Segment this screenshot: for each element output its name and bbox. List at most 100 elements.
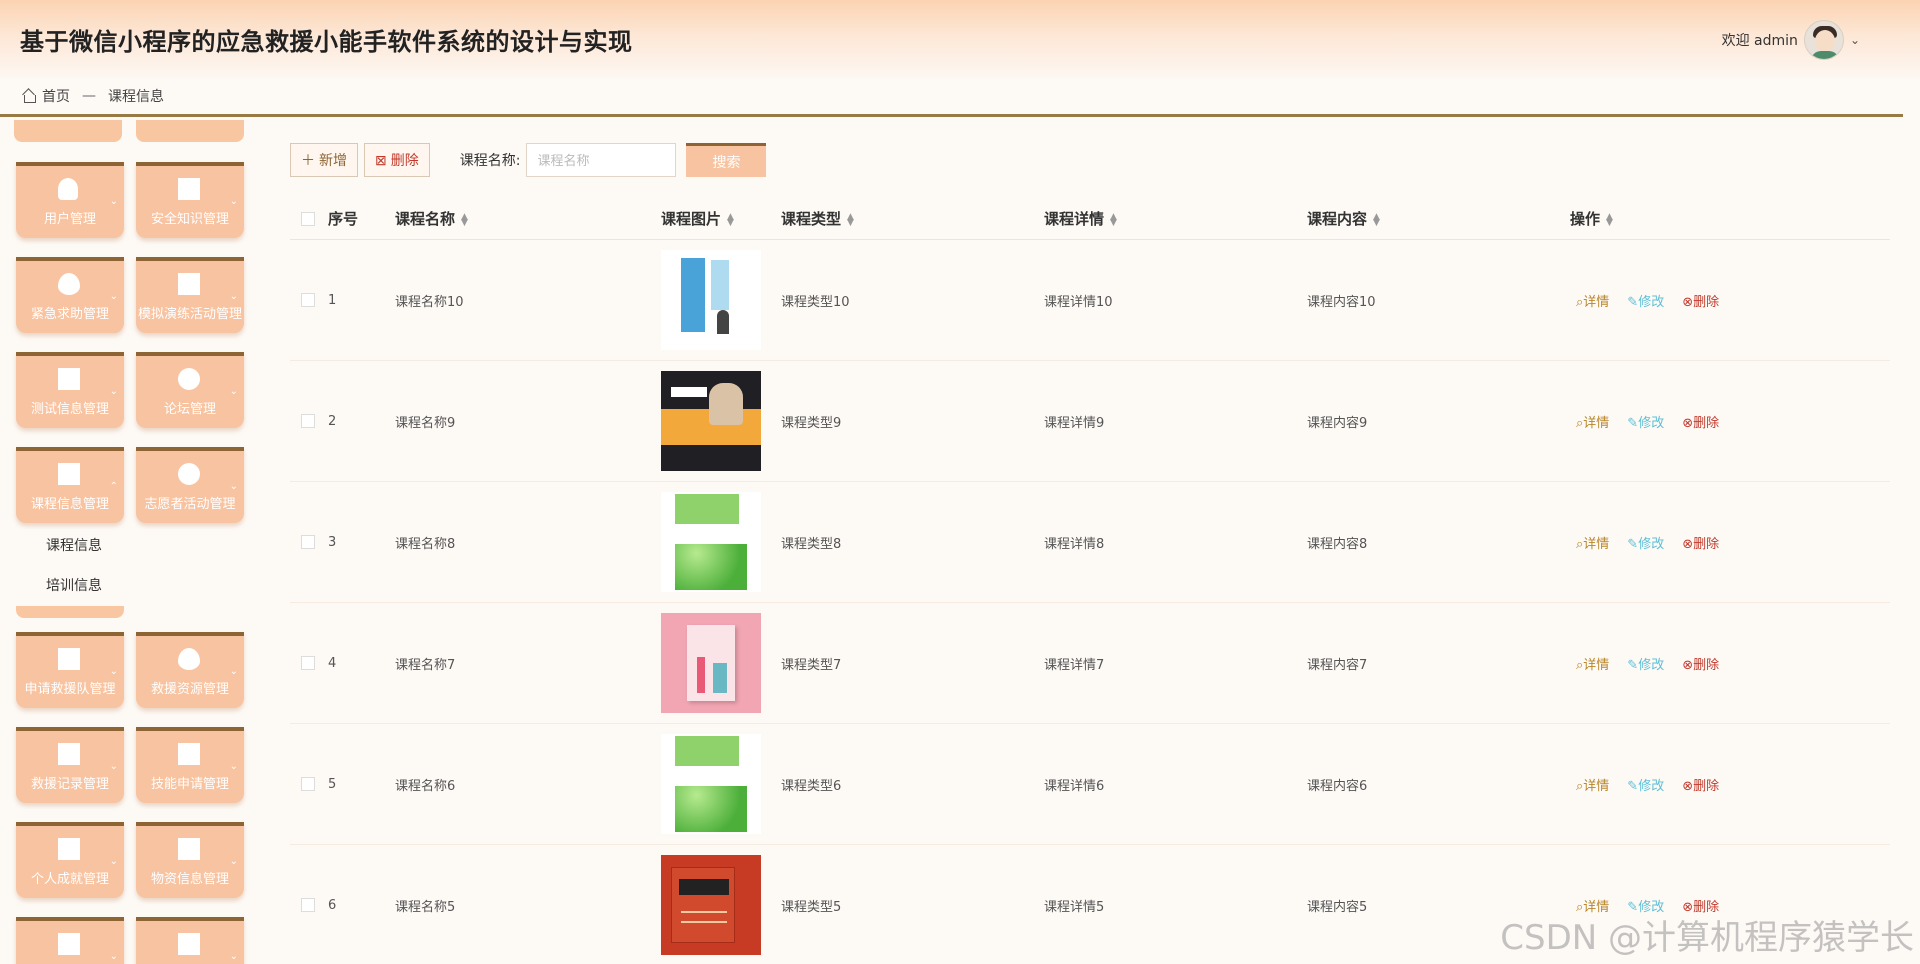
submenu-training-info[interactable]: 培训信息 [14,566,124,606]
submenu-course-info[interactable]: 课程信息 [14,526,124,566]
sidebar-item-rescue-team[interactable]: 申请救援队管理 ⌄ [16,632,124,708]
chevron-down-icon: ⌄ [229,291,238,302]
sidebar-item-label: 模拟演练活动管理 [137,307,242,322]
row-index: 4 [328,655,337,671]
grid-icon [58,743,80,765]
row-actions: ⌕详情 ✎修改 ⊗删除 [1570,533,1870,552]
course-image[interactable] [661,855,761,955]
detail-button[interactable]: ⌕详情 [1576,654,1609,673]
row-name: 课程名称5 [395,899,456,915]
header-detail[interactable]: 课程详情 ▲ ▼ [1044,208,1307,229]
chevron-down-icon: ⌄ [229,761,238,772]
detail-button[interactable]: ⌕详情 [1576,775,1609,794]
detail-button[interactable]: ⌕详情 [1576,533,1609,552]
course-image[interactable] [661,371,761,471]
chevron-down-icon: ⌄ [109,666,118,677]
sidebar-item-volunteer[interactable]: 志愿者活动管理 ⌄ [136,447,244,523]
header-name[interactable]: 课程名称 ▲ ▼ [395,208,661,229]
sort-icon: ▲ ▼ [1606,211,1613,228]
sort-icon: ▲ ▼ [847,211,854,228]
sidebar-item-more[interactable]: ⌄ [16,917,124,964]
sidebar-item-drill[interactable]: 模拟演练活动管理 ⌄ [136,257,244,333]
breadcrumb: 首页 — 课程信息 [22,86,164,106]
sidebar-item-test[interactable]: 测试信息管理 ⌄ [16,352,124,428]
chevron-down-icon: ⌄ [229,856,238,867]
detail-button[interactable]: ⌕详情 [1576,412,1609,431]
sidebar-item-label: 紧急求助管理 [30,307,109,322]
breadcrumb-home[interactable]: 首页 [42,86,70,106]
sidebar-item-more[interactable]: ⌄ [136,917,244,964]
plus-icon: ＋ [301,152,315,168]
sidebar: 用户管理 ⌄ 安全知识管理 ⌄ 紧急求助管理 ⌄ 模拟演练活动管理 ⌄ 测试信息… [0,120,260,964]
course-image[interactable] [661,492,761,592]
sidebar-item-course[interactable]: 课程信息管理 ⌃ [16,447,124,523]
delete-button[interactable]: ⊗删除 [1682,654,1719,673]
edit-button[interactable]: ✎修改 [1627,412,1664,431]
chevron-down-icon[interactable]: ⌄ [1850,33,1860,47]
breadcrumb-current: 课程信息 [108,89,164,105]
sidebar-item-label: 申请救援队管理 [24,682,116,697]
row-name: 课程名称10 [395,294,464,310]
course-table: 序号 课程名称 ▲ ▼ 课程图片 ▲ ▼ 课程类型 ▲ ▼ 课程详情 ▲ ▼ 课程内容 ▲ ▼ 操作… [290,198,1890,964]
row-index: 5 [328,776,337,792]
chevron-down-icon: ⌄ [229,666,238,677]
sidebar-item-supplies[interactable]: 物资信息管理 ⌄ [136,822,244,898]
sidebar-item-rescue-record[interactable]: 救援记录管理 ⌄ [16,727,124,803]
sidebar-item-emergency[interactable]: 紧急求助管理 ⌄ [16,257,124,333]
detail-button[interactable]: ⌕详情 [1576,291,1609,310]
book-icon [178,933,200,955]
course-image[interactable] [661,734,761,834]
sidebar-item-label: 技能申请管理 [150,777,229,792]
header-ops[interactable]: 操作 ▲ ▼ [1570,208,1870,229]
chevron-down-icon: ⌄ [109,761,118,772]
add-button[interactable]: ＋ 新增 [290,143,358,177]
sidebar-item-label: 安全知识管理 [150,212,229,227]
header-image[interactable]: 课程图片 ▲ ▼ [661,208,781,229]
submenu-end [16,606,124,618]
folder-icon [58,838,80,860]
edit-button[interactable]: ✎修改 [1627,654,1664,673]
sidebar-item-forum[interactable]: 论坛管理 ⌄ [136,352,244,428]
search-button[interactable]: 搜索 [686,143,767,177]
delete-button[interactable]: ⊗删除 [1682,412,1719,431]
delete-button[interactable]: ⊗删除 [1682,291,1719,310]
batch-delete-button[interactable]: ⊠ 删除 [364,143,430,177]
sidebar-item-rescue-resource[interactable]: 救援资源管理 ⌄ [136,632,244,708]
user-menu[interactable]: 欢迎 admin ⌄ [1722,20,1860,60]
select-all-checkbox[interactable] [301,211,315,226]
welcome-text: 欢迎 admin [1721,33,1798,49]
search-input[interactable] [526,143,677,177]
sidebar-item-safety[interactable]: 安全知识管理 ⌄ [136,162,244,238]
delete-button[interactable]: ⊗删除 [1682,533,1719,552]
table-row: 4 课程名称7 课程类型7 课程详情7 课程内容7 ⌕详情 ✎修改 ⊗删除 [290,603,1890,724]
sidebar-item-user[interactable]: 用户管理 ⌄ [16,162,124,238]
sidebar-item-skill[interactable]: 技能申请管理 ⌄ [136,727,244,803]
row-checkbox[interactable] [301,898,315,912]
delete-button[interactable]: ⊗删除 [1682,775,1719,794]
row-name: 课程名称8 [395,536,456,552]
header-type[interactable]: 课程类型 ▲ ▼ [781,208,1044,229]
doc-icon [58,368,80,390]
user-icon [58,178,78,200]
avatar[interactable] [1803,20,1844,60]
row-content: 课程内容10 [1307,294,1376,310]
doc-icon [58,648,80,670]
sidebar-tile-cut [136,120,244,142]
row-checkbox[interactable] [301,777,315,791]
row-checkbox[interactable] [301,293,315,307]
sidebar-item-achievement[interactable]: 个人成就管理 ⌄ [16,822,124,898]
row-checkbox[interactable] [301,414,315,428]
row-checkbox[interactable] [301,535,315,549]
edit-button[interactable]: ✎修改 [1627,775,1664,794]
course-image[interactable] [661,250,761,350]
row-checkbox[interactable] [301,656,315,670]
header-content[interactable]: 课程内容 ▲ ▼ [1307,208,1570,229]
edit-button[interactable]: ✎修改 [1627,533,1664,552]
sidebar-item-label: 论坛管理 [163,402,216,417]
edit-button[interactable]: ✎修改 [1627,291,1664,310]
course-submenu: 课程信息 培训信息 [14,526,124,606]
row-name: 课程名称6 [395,778,456,794]
sidebar-item-label: 物资信息管理 [150,872,229,887]
row-name: 课程名称9 [395,415,456,431]
course-image[interactable] [661,613,761,713]
